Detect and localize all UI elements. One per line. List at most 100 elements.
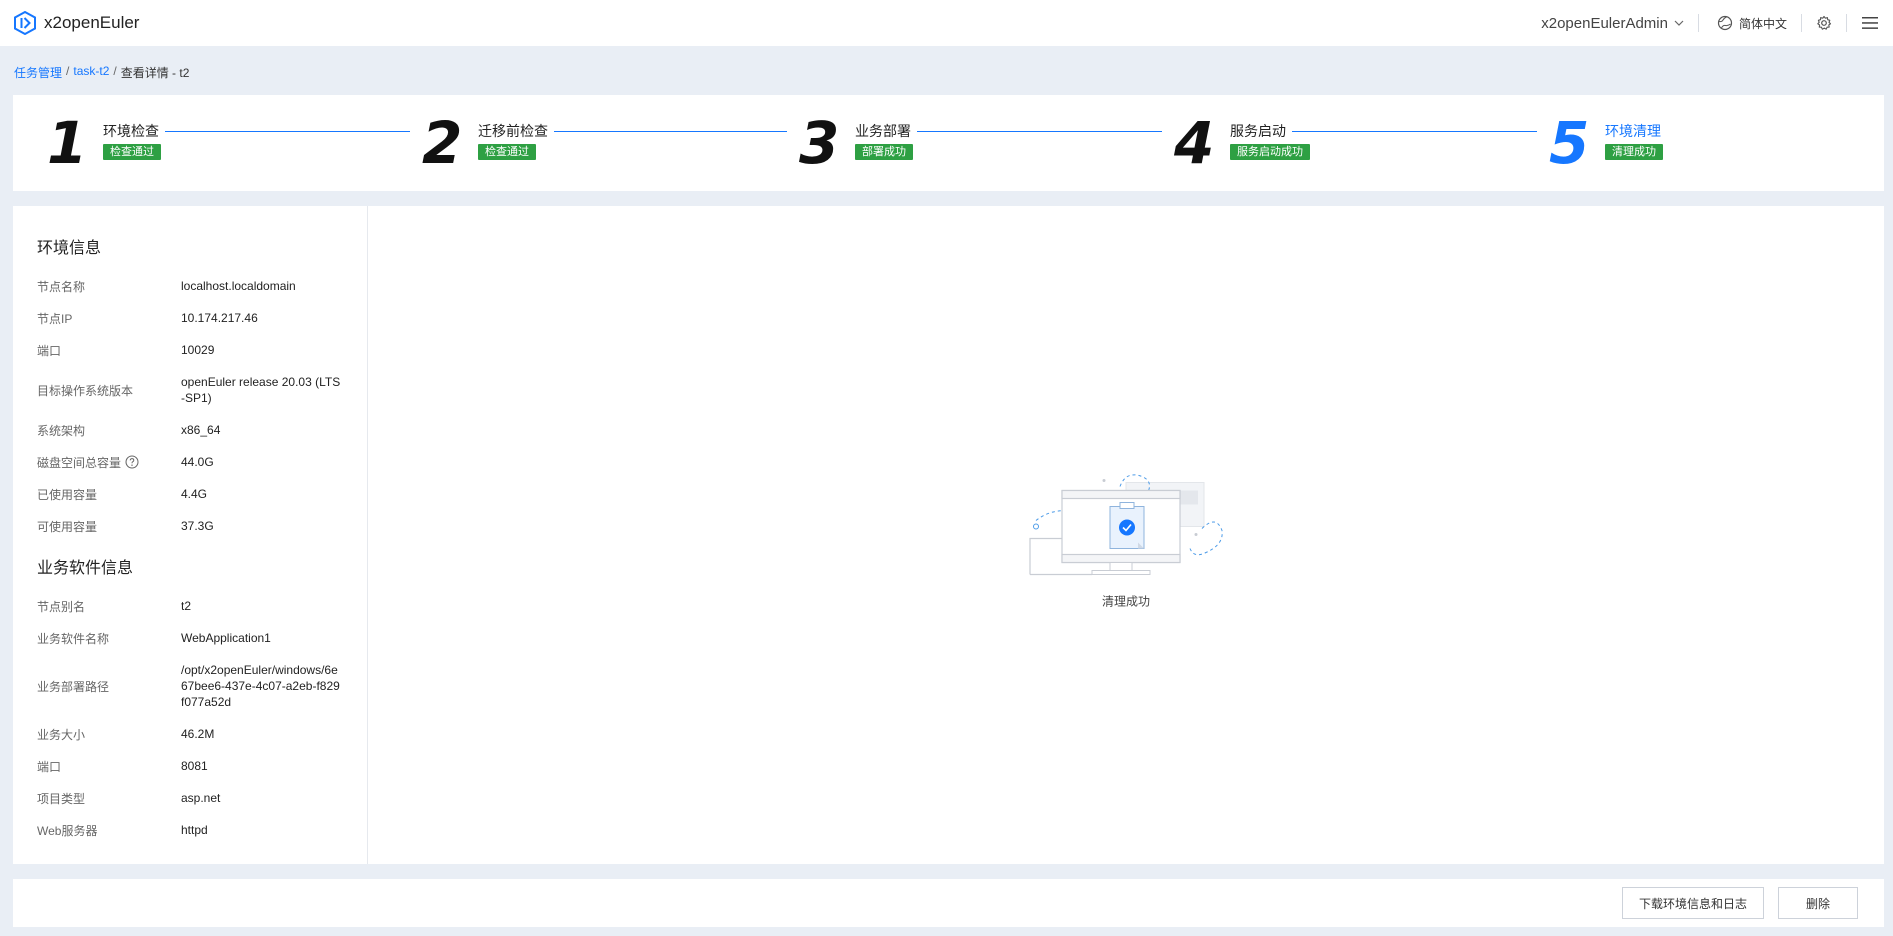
info-panel: 环境信息 节点名称 localhost.localdomain 节点IP 10.… [13, 206, 368, 864]
step-4: 4 服务启动 服务启动成功 [1174, 109, 1537, 177]
info-row: 可使用容量 37.3G [37, 510, 343, 542]
step-number: 3 [799, 109, 839, 177]
breadcrumb-separator: / [66, 64, 70, 78]
info-value: /opt/x2openEuler/windows/6e67bee6-437e-4… [181, 663, 340, 709]
main-content: 环境信息 节点名称 localhost.localdomain 节点IP 10.… [13, 206, 1884, 864]
breadcrumb-separator: / [113, 64, 117, 78]
step-connector [1292, 130, 1537, 132]
status-badge: 服务启动成功 [1230, 144, 1310, 160]
result-state: 清理成功 [1026, 469, 1226, 610]
info-row: 系统架构 x86_64 [37, 414, 343, 446]
breadcrumb: 任务管理 / task-t2 / 查看详情 - t2 [14, 64, 189, 81]
status-badge: 清理成功 [1605, 144, 1663, 160]
info-value: httpd [181, 823, 208, 837]
language-label: 简体中文 [1738, 16, 1787, 31]
chevron-down-icon [1674, 20, 1684, 26]
gear-icon [1817, 15, 1832, 30]
info-row: 目标操作系统版本 openEuler release 20.03 (LTS-SP… [37, 366, 343, 414]
delete-button[interactable]: 删除 [1778, 887, 1858, 919]
info-row: 业务大小 46.2M [37, 718, 343, 750]
breadcrumb-task-management[interactable]: 任务管理 [14, 64, 62, 81]
info-label: 可使用容量 [37, 519, 98, 534]
step-1: 1 环境检查 检查通过 [47, 109, 410, 177]
download-logs-button[interactable]: 下载环境信息和日志 [1622, 887, 1764, 919]
info-label: 系统架构 [37, 423, 86, 438]
info-row: 磁盘空间总容量 44.0G [37, 446, 343, 478]
info-label: Web服务器 [37, 823, 98, 838]
info-label: 目标操作系统版本 [37, 383, 134, 398]
step-5: 5 环境清理 清理成功 [1549, 109, 1663, 177]
section-title-env: 环境信息 [37, 240, 102, 257]
info-row: 项目类型 asp.net [37, 782, 343, 814]
step-number: 4 [1174, 109, 1214, 177]
step-title: 环境检查 [103, 123, 159, 139]
info-row: 节点别名 t2 [37, 590, 343, 622]
result-panel: 清理成功 [368, 206, 1884, 864]
info-value: 4.4G [181, 487, 208, 501]
section-title-software: 业务软件信息 [37, 560, 134, 577]
cleanup-success-illustration [1029, 474, 1223, 576]
info-value: openEuler release 20.03 (LTS-SP1) [181, 375, 341, 405]
info-value: localhost.localdomain [181, 279, 296, 293]
info-row: Web服务器 httpd [37, 814, 343, 846]
info-row: 已使用容量 4.4G [37, 478, 343, 510]
main-menu-button[interactable] [1847, 15, 1879, 31]
action-bar: 下载环境信息和日志 删除 [13, 879, 1884, 927]
step-title: 迁移前检查 [478, 123, 548, 139]
info-row: 节点IP 10.174.217.46 [37, 302, 343, 334]
steps-progress: 1 环境检查 检查通过 2 迁移前检查 检查通过 3 业务部署 部署成功 4 服… [13, 95, 1884, 191]
info-label: 已使用容量 [37, 487, 98, 502]
breadcrumb-current: 查看详情 - t2 [120, 66, 190, 80]
step-title: 业务部署 [855, 123, 911, 139]
step-number: 1 [47, 109, 87, 177]
info-value: asp.net [181, 791, 221, 805]
brand[interactable]: x2openEuler [14, 11, 139, 35]
info-row: 端口 10029 [37, 334, 343, 366]
info-label: 节点别名 [37, 599, 86, 614]
info-value: 44.0G [181, 455, 214, 469]
status-badge: 部署成功 [855, 144, 913, 160]
step-connector [165, 130, 410, 132]
step-number: 2 [422, 109, 462, 177]
status-badge: 检查通过 [478, 144, 536, 160]
info-value: 37.3G [181, 519, 214, 533]
settings-button[interactable] [1802, 15, 1846, 31]
info-value: x86_64 [181, 423, 221, 437]
info-value: 10029 [181, 343, 215, 357]
language-switch[interactable]: 简体中文 [1699, 15, 1801, 32]
step-title: 服务启动 [1230, 123, 1286, 139]
info-value: t2 [181, 599, 192, 613]
info-label: 业务部署路径 [37, 679, 110, 694]
info-value: 8081 [181, 759, 208, 773]
info-value: 46.2M [181, 727, 215, 741]
globe-icon [1717, 15, 1733, 31]
info-row: 业务部署路径 /opt/x2openEuler/windows/6e67bee6… [37, 654, 343, 718]
result-text: 清理成功 [1101, 594, 1150, 609]
app-logo-icon [14, 11, 36, 35]
info-value: WebApplication1 [181, 631, 271, 645]
info-value: 10.174.217.46 [181, 311, 258, 325]
hamburger-menu-icon [1862, 17, 1878, 29]
breadcrumb-task[interactable]: task-t2 [73, 64, 109, 81]
info-label: 节点名称 [37, 279, 86, 294]
info-row: 端口 8081 [37, 750, 343, 782]
info-label: 节点IP [37, 311, 73, 326]
top-header: x2openEuler x2openEulerAdmin 简体中文 [0, 0, 1893, 46]
help-icon[interactable] [125, 455, 139, 469]
info-label: 磁盘空间总容量 [37, 455, 122, 470]
step-number: 5 [1549, 109, 1589, 177]
user-name: x2openEulerAdmin [1541, 14, 1668, 32]
info-row: 业务软件名称 WebApplication1 [37, 622, 343, 654]
info-label: 端口 [37, 759, 62, 774]
app-name: x2openEuler [44, 13, 140, 32]
status-badge: 检查通过 [103, 144, 161, 160]
info-label: 项目类型 [37, 791, 86, 806]
step-3: 3 业务部署 部署成功 [799, 109, 1162, 177]
info-label: 业务大小 [37, 727, 86, 742]
step-title: 环境清理 [1605, 123, 1661, 139]
step-connector [554, 130, 787, 132]
info-label: 业务软件名称 [37, 631, 110, 646]
user-menu[interactable]: x2openEulerAdmin [1541, 15, 1698, 32]
info-row: 节点名称 localhost.localdomain [37, 270, 343, 302]
step-connector [917, 130, 1162, 132]
